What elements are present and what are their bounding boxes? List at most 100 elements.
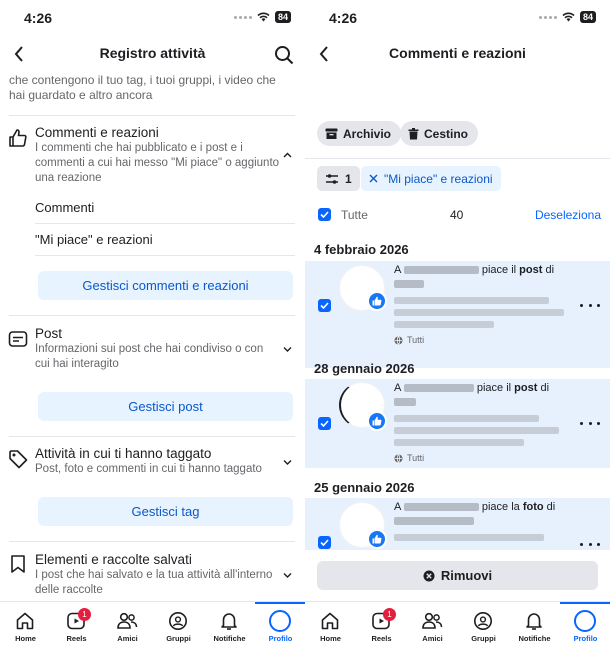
activity-text: A piace la foto di (394, 500, 576, 528)
signal-icon (538, 15, 557, 19)
page-title: Commenti e reazioni (389, 45, 526, 61)
page-title: Registro attività (99, 45, 206, 61)
section-title-posts[interactable]: Post (35, 326, 62, 341)
tab-home[interactable]: Home (0, 602, 51, 660)
tab-bar: Home 1 Reels Amici Gruppi Notifiche Prof… (0, 601, 305, 660)
section-title-comments[interactable]: Commenti e reazioni (35, 125, 159, 140)
redacted-preview (394, 427, 559, 434)
chevron-up-icon[interactable] (281, 149, 293, 161)
section-desc-tagged: Post, foto e commenti in cui ti hanno ta… (35, 463, 262, 475)
redacted-name (394, 398, 416, 407)
tab-groups[interactable]: Gruppi (458, 602, 509, 660)
more-options-icon[interactable] (580, 418, 600, 428)
date-header: 4 febbraio 2026 (314, 242, 409, 257)
status-bar: 4:26 84 (305, 0, 610, 34)
section-title-saved[interactable]: Elementi e raccolte salvati (35, 552, 192, 567)
manage-tags-button[interactable]: Gestisci tag (38, 497, 293, 526)
search-button[interactable] (271, 42, 297, 68)
divider (9, 115, 295, 116)
thumbs-up-icon (7, 127, 29, 149)
activity-text: A piace il post di (394, 263, 576, 291)
activity-log-screen: 4:26 84 Registro attività che contengono… (0, 0, 305, 660)
status-bar: 4:26 84 (0, 0, 305, 34)
tag-icon (7, 448, 29, 470)
trash-button[interactable]: Cestino (400, 121, 479, 146)
divider (35, 223, 295, 224)
section-title-tagged[interactable]: Attività in cui ti hanno taggato (35, 446, 211, 461)
friends-icon (421, 610, 443, 632)
redacted-name (403, 266, 479, 275)
redacted-preview (394, 534, 544, 541)
manage-posts-button[interactable]: Gestisci post (38, 392, 293, 421)
remove-circle-icon (423, 570, 435, 581)
filter-count: 1 (345, 171, 352, 186)
date-header: 28 gennaio 2026 (314, 361, 415, 376)
divider (305, 158, 610, 159)
battery-icon: 84 (579, 11, 596, 23)
divider (9, 436, 295, 437)
audience-label: Tutti (394, 335, 424, 345)
activity-item[interactable]: A piace la foto di (305, 498, 610, 550)
globe-icon (394, 453, 403, 463)
select-all-checkbox[interactable] (318, 208, 331, 221)
manage-comments-button[interactable]: Gestisci commenti e reazioni (38, 271, 293, 300)
notification-badge: 1 (78, 608, 91, 621)
home-icon (14, 610, 36, 632)
groups-icon (167, 610, 189, 632)
wifi-icon (562, 12, 575, 22)
section-desc-saved: I post che hai salvato e la tua attività… (35, 569, 273, 596)
tab-reels[interactable]: 1 Reels (51, 602, 102, 660)
tab-reels[interactable]: 1 Reels (356, 602, 407, 660)
tab-profile[interactable]: Profilo (255, 602, 305, 660)
redacted-name (394, 280, 424, 289)
deselect-link[interactable]: Deseleziona (535, 208, 601, 222)
status-time: 4:26 (329, 10, 358, 26)
tab-groups[interactable]: Gruppi (153, 602, 204, 660)
redacted-name (403, 503, 479, 512)
bookmark-icon (7, 553, 29, 575)
tab-profile[interactable]: Profilo (560, 602, 610, 660)
redacted-preview (394, 415, 539, 422)
signal-icon (233, 15, 252, 19)
chevron-down-icon[interactable] (281, 569, 293, 581)
item-checkbox[interactable] (318, 417, 331, 430)
item-checkbox[interactable] (318, 299, 331, 312)
tab-friends[interactable]: Amici (407, 602, 458, 660)
intro-text: che contengono il tuo tag, i tuoi gruppi… (9, 73, 276, 102)
active-filter-label: "Mi piace" e reazioni (384, 171, 493, 186)
activity-item[interactable]: A piace il post di Tutti (305, 379, 610, 468)
divider (9, 541, 295, 542)
redacted-preview (394, 309, 564, 316)
item-checkbox[interactable] (318, 536, 331, 549)
more-options-icon[interactable] (580, 539, 600, 549)
selected-count: 40 (450, 208, 464, 222)
redacted-name (403, 384, 474, 393)
divider (35, 255, 295, 256)
archive-button[interactable]: Archivio (317, 121, 402, 146)
select-all-label: Tutte (341, 208, 368, 222)
active-tab-indicator (255, 602, 305, 604)
activity-text: A piace il post di (394, 381, 576, 409)
chevron-down-icon[interactable] (281, 456, 293, 468)
tab-notifications[interactable]: Notifiche (204, 602, 255, 660)
more-options-icon[interactable] (580, 300, 600, 310)
battery-icon: 84 (274, 11, 291, 23)
active-filter-chip[interactable]: "Mi piace" e reazioni (361, 166, 501, 191)
nav-bar: Registro attività (0, 36, 305, 72)
chevron-down-icon[interactable] (281, 343, 293, 355)
like-badge-icon (367, 529, 387, 549)
tab-home[interactable]: Home (305, 602, 356, 660)
like-badge-icon (367, 291, 387, 311)
friends-icon (116, 610, 138, 632)
close-icon[interactable] (369, 174, 378, 183)
tab-notifications[interactable]: Notifiche (509, 602, 560, 660)
groups-icon (472, 610, 494, 632)
subitem-comments[interactable]: Commenti (35, 200, 295, 215)
subitem-likes-reactions[interactable]: "Mi piace" e reazioni (35, 232, 295, 247)
remove-button[interactable]: Rimuovi (317, 561, 598, 590)
filter-button[interactable]: 1 (317, 166, 360, 191)
tab-friends[interactable]: Amici (102, 602, 153, 660)
wifi-icon (257, 12, 270, 22)
activity-item[interactable]: A piace il post di Tutti (305, 261, 610, 368)
home-icon (319, 610, 341, 632)
